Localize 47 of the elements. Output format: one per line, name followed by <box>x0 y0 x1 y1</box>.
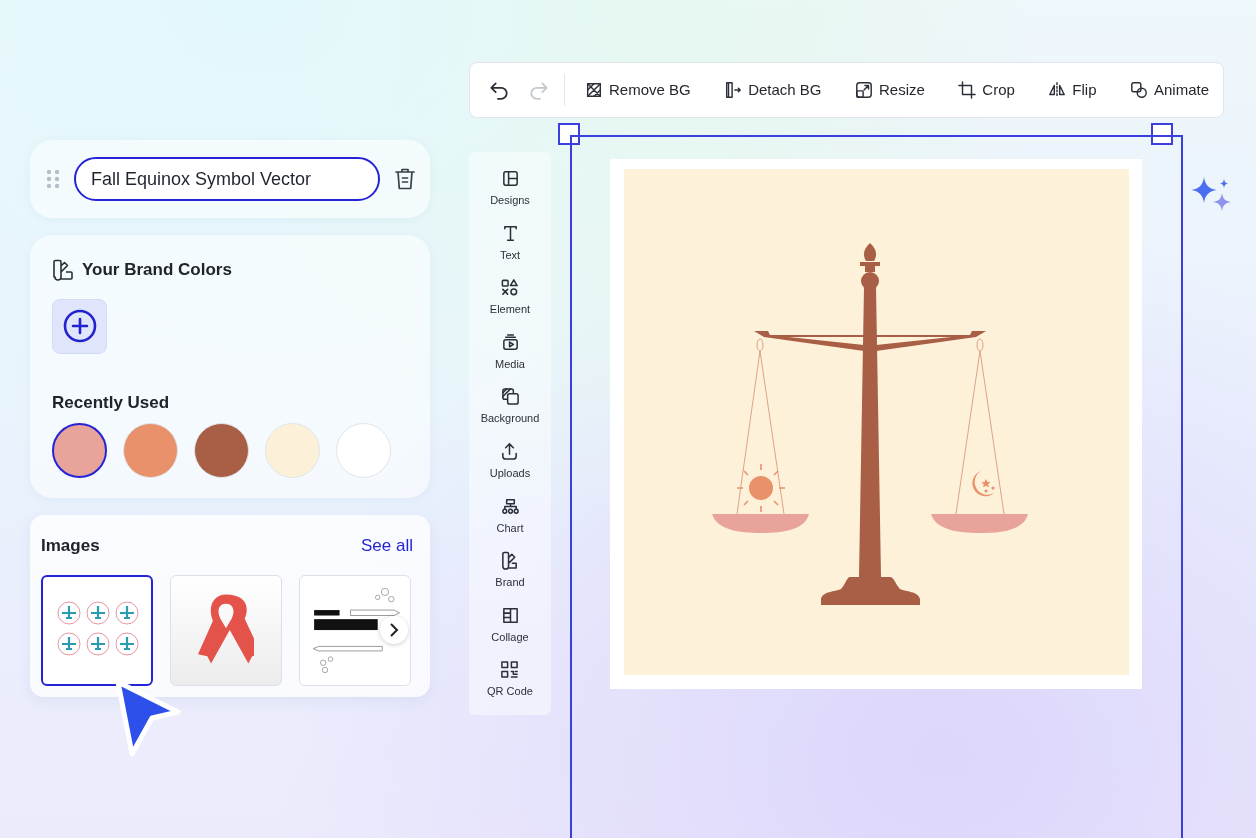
tool-button[interactable]: Flip <box>1048 74 1097 106</box>
add-color-button[interactable] <box>52 298 107 354</box>
resize-handle[interactable] <box>1151 123 1173 145</box>
sidebar-item[interactable]: Element <box>489 278 531 333</box>
sidebar-item[interactable]: Designs <box>490 169 530 224</box>
see-all-link[interactable]: See all <box>361 533 413 559</box>
upload-icon <box>500 441 520 461</box>
sidebar-item[interactable]: Media <box>495 332 525 388</box>
plus-circle-icon <box>62 309 97 343</box>
brand-colors-title: Your Brand Colors <box>82 259 232 281</box>
recently-used-title: Recently Used <box>52 391 171 414</box>
sidebar-item[interactable]: Collage <box>491 605 529 661</box>
shapes-icon <box>500 278 520 298</box>
flip-icon <box>1048 81 1067 99</box>
tool-button[interactable]: Crop <box>958 74 1015 106</box>
sidebar-item[interactable]: Chart <box>496 496 524 552</box>
layers-icon <box>500 387 520 407</box>
crop-icon <box>958 81 977 99</box>
media-icon <box>500 332 520 352</box>
shapes-icon <box>1129 81 1148 99</box>
sidebar-item[interactable]: QR Code <box>487 660 533 715</box>
resize-handle[interactable] <box>558 123 580 145</box>
sidebar-item[interactable]: Text <box>499 223 521 279</box>
color-swatch[interactable] <box>52 423 107 478</box>
collage-icon <box>500 605 520 625</box>
sidebar-item[interactable]: Uploads <box>489 441 531 497</box>
tool-button[interactable]: Remove BG <box>585 74 691 106</box>
sidebar-item[interactable]: Brand <box>495 551 525 606</box>
cross-box-icon <box>585 81 603 99</box>
ribbon-thumbnail[interactable] <box>170 574 282 686</box>
drag-handle-icon[interactable] <box>46 169 60 189</box>
hierarchy-icon <box>500 496 520 516</box>
pencil-card-thumbnail[interactable] <box>299 574 411 686</box>
layer-name-field[interactable]: Fall Equinox Symbol Vector <box>74 157 380 201</box>
qr-code-icon <box>500 660 520 680</box>
palette-icon <box>52 258 74 281</box>
detach-icon <box>724 81 743 99</box>
images-title: Images <box>41 535 100 557</box>
sidebar-item[interactable]: Background <box>480 387 540 442</box>
palette-icon <box>500 551 520 571</box>
tool-button[interactable]: Detach BG <box>724 74 822 106</box>
tool-button[interactable]: Animate <box>1129 74 1209 106</box>
tool-button[interactable]: Resize <box>855 74 925 106</box>
trash-icon[interactable] <box>394 167 416 191</box>
selection-frame[interactable] <box>570 135 1183 838</box>
layout-icon <box>500 169 520 188</box>
resize-icon <box>855 81 873 99</box>
